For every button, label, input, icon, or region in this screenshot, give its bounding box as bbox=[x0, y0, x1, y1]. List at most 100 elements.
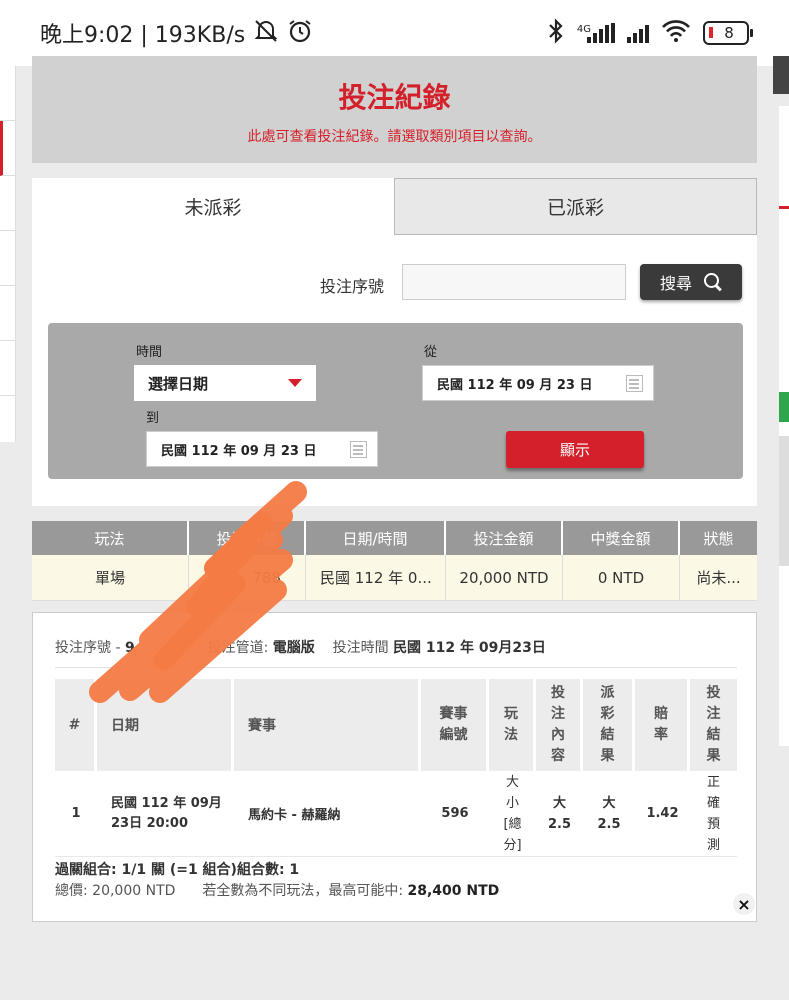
detail-date-line1: 民國 112 年 09月 bbox=[111, 795, 222, 811]
col-header-bet-result-text: 投注結果 bbox=[706, 685, 721, 764]
search-button[interactable]: 搜尋 bbox=[640, 264, 742, 300]
col-header-play: 玩法 bbox=[32, 521, 189, 555]
detail-bet-result-text: 正確預測 bbox=[706, 774, 720, 853]
cell-datetime: 民國 112 年 0... bbox=[306, 555, 446, 600]
col-header-match-no-text: 賽事編號 bbox=[439, 706, 468, 743]
col-header-bet-amount: 投注金額 bbox=[446, 521, 563, 555]
results-table-header: 玩法 投注序號 日期/時間 投注金額 中獎金額 狀態 bbox=[32, 521, 757, 555]
bet-detail-meta: 投注序號 - 9 投注管道: 電腦版 投注時間 民國 112 年 09月23日 bbox=[55, 637, 546, 657]
detail-bet-content: 大2.5 bbox=[536, 771, 583, 856]
max-win-label: 若全數為不同玩法，最高可能中: bbox=[202, 883, 404, 899]
battery-icon: 8 bbox=[703, 21, 753, 45]
cellular-signal-2-icon bbox=[627, 23, 649, 43]
col-header-datetime: 日期/時間 bbox=[306, 521, 446, 555]
left-background-panel bbox=[0, 66, 16, 442]
bluetooth-icon bbox=[547, 17, 565, 49]
col-header-bet-content-text: 投注內容 bbox=[551, 685, 565, 764]
right-panel-gray-block bbox=[779, 436, 789, 566]
col-header-bet-content: 投注內容 bbox=[536, 679, 583, 771]
dropdown-arrow-icon bbox=[288, 379, 302, 387]
col-header-play-type-text: 玩法 bbox=[504, 706, 518, 743]
cell-serial: 788 bbox=[189, 555, 306, 600]
col-header-odds-text: 賠率 bbox=[654, 706, 668, 743]
page-header: 投注紀錄 此處可查看投注紀錄。請選取類別項目以查詢。 bbox=[32, 56, 757, 163]
calendar-icon[interactable] bbox=[626, 375, 643, 392]
right-panel-green-button bbox=[779, 392, 789, 422]
col-header-payout-result-text: 派彩結果 bbox=[600, 685, 615, 764]
detail-odds: 1.42 bbox=[646, 806, 679, 821]
bet-detail-table: # 日期 賽事 賽事編號 玩法 投注內容 派彩結果 賠率 投注結果 1 民國 1… bbox=[55, 679, 737, 857]
show-button[interactable]: 顯示 bbox=[506, 431, 644, 468]
meta-channel-value: 電腦版 bbox=[272, 640, 315, 656]
detail-bet-content-text: 大2.5 bbox=[548, 795, 572, 832]
from-date-value: 民國 112 年 09 月 23 日 bbox=[437, 377, 593, 393]
left-panel-item bbox=[0, 176, 15, 231]
meta-time-value: 民國 112 年 09月23日 bbox=[393, 640, 546, 656]
col-header-win-amount: 中獎金額 bbox=[563, 521, 680, 555]
tab-settled[interactable]: 已派彩 bbox=[394, 178, 757, 235]
totals-summary: 總價: 20,000 NTD 若全數為不同玩法，最高可能中: 28,400 NT… bbox=[55, 880, 499, 900]
battery-level: 8 bbox=[724, 24, 734, 42]
max-win-value: 28,400 NTD bbox=[407, 883, 500, 899]
tab-unsettled[interactable]: 未派彩 bbox=[32, 178, 394, 235]
wifi-icon bbox=[661, 19, 691, 48]
date-filter-box: 時間 選擇日期 從 民國 112 年 09 月 23 日 到 民國 112 年 … bbox=[48, 323, 743, 479]
combo-summary: 過關組合: 1/1 關 (=1 組合)組合數: 1 bbox=[55, 862, 300, 878]
total-label: 總價: bbox=[55, 883, 88, 899]
to-date-input[interactable]: 民國 112 年 09 月 23 日 bbox=[146, 431, 378, 467]
alarm-clock-icon bbox=[287, 18, 313, 49]
col-header-index: # bbox=[55, 679, 97, 771]
query-panel: 未派彩 已派彩 投注序號 搜尋 時間 選擇日期 從 民國 112 年 09 月 … bbox=[32, 178, 757, 506]
status-time-speed: 晚上9:02 | 193KB/s bbox=[40, 23, 246, 48]
bet-detail-row: 1 民國 112 年 09月 23日 20:00 馬約卡 - 赫羅納 596 大… bbox=[55, 771, 737, 857]
date-type-select[interactable]: 選擇日期 bbox=[134, 365, 316, 401]
left-panel-item bbox=[0, 121, 15, 176]
serial-search-input[interactable] bbox=[402, 264, 626, 300]
bet-detail-card: 投注序號 - 9 投注管道: 電腦版 投注時間 民國 112 年 09月 23日 … bbox=[32, 612, 757, 922]
table-row[interactable]: 單場 788 民國 112 年 0... 20,000 NTD 0 NTD 尚未… bbox=[32, 555, 757, 601]
mute-bell-icon bbox=[253, 18, 279, 49]
detail-index: 1 bbox=[71, 806, 81, 821]
search-button-label: 搜尋 bbox=[659, 274, 692, 293]
meta-serial-label: 投注序號 - bbox=[55, 640, 121, 656]
detail-bet-result: 正確預測 bbox=[690, 771, 737, 856]
close-icon[interactable]: × bbox=[733, 893, 755, 915]
left-panel-item bbox=[0, 341, 15, 396]
date-type-select-value: 選擇日期 bbox=[148, 374, 209, 393]
meta-serial-value: 9 bbox=[124, 640, 135, 656]
right-background-panel bbox=[773, 56, 789, 746]
page-title: 投注紀錄 bbox=[338, 81, 451, 114]
detail-date: 民國 112 年 09月 23日 20:00 bbox=[97, 771, 234, 856]
col-header-odds: 賠率 bbox=[635, 679, 690, 771]
detail-play-type-text: 大小[總分] bbox=[503, 774, 522, 853]
results-table: 玩法 投注序號 日期/時間 投注金額 中獎金額 狀態 單場 788 民國 112… bbox=[32, 521, 757, 601]
detail-match: 馬約卡 - 赫羅納 bbox=[248, 808, 341, 823]
bet-detail-header: # 日期 賽事 賽事編號 玩法 投注內容 派彩結果 賠率 投注結果 bbox=[55, 679, 737, 771]
left-panel-item bbox=[0, 286, 15, 341]
right-panel-body bbox=[779, 106, 789, 746]
left-panel-item bbox=[0, 66, 15, 121]
detail-date-line2: 23日 20:00 bbox=[111, 815, 188, 831]
from-date-input[interactable]: 民國 112 年 09 月 23 日 bbox=[422, 365, 654, 401]
total-value: 20,000 NTD bbox=[92, 883, 176, 899]
detail-match-no: 596 bbox=[441, 806, 469, 821]
left-panel-item bbox=[0, 231, 15, 286]
cellular-signal-icon: 4G bbox=[577, 23, 615, 43]
cell-bet-amount: 20,000 NTD bbox=[446, 555, 563, 600]
cell-status: 尚未... bbox=[696, 569, 741, 587]
detail-payout-result: 大2.5 bbox=[583, 771, 635, 856]
time-label: 時間 bbox=[136, 345, 163, 360]
page-subtitle: 此處可查看投注紀錄。請選取類別項目以查詢。 bbox=[247, 129, 542, 145]
col-header-match: 賽事 bbox=[234, 679, 421, 771]
cell-win-amount: 0 NTD bbox=[563, 555, 680, 600]
col-header-date: 日期 bbox=[97, 679, 234, 771]
col-header-bet-result: 投注結果 bbox=[690, 679, 737, 771]
col-header-status: 狀態 bbox=[703, 529, 734, 548]
calendar-icon[interactable] bbox=[350, 441, 367, 458]
col-header-play-type: 玩法 bbox=[489, 679, 536, 771]
to-label: 到 bbox=[146, 411, 160, 426]
col-header-match-no: 賽事編號 bbox=[421, 679, 489, 771]
detail-payout-result-text: 大2.5 bbox=[597, 795, 621, 832]
serial-search-label: 投注序號 bbox=[320, 277, 385, 296]
to-date-value: 民國 112 年 09 月 23 日 bbox=[161, 443, 317, 459]
